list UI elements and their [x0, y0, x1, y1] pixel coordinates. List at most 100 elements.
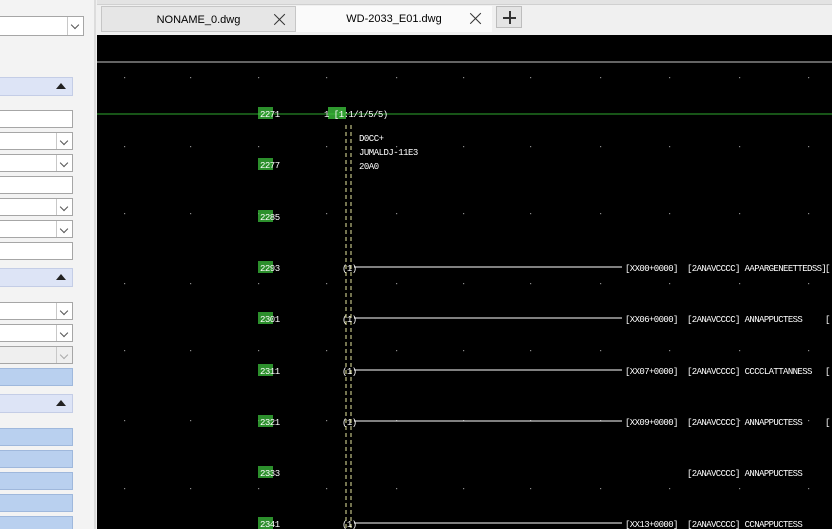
properties-panel [0, 0, 96, 529]
grid-dot [190, 77, 192, 79]
collapse-arrow-icon[interactable] [56, 83, 66, 89]
io-description: [2ANAVCCCC] ANNAPPUCTESS [687, 418, 802, 428]
property-dropdown-4[interactable] [0, 220, 73, 238]
grid-dot [739, 213, 741, 215]
document-tab-strip: NONAME_0.dwg WD-2033_E01.dwg [97, 0, 832, 35]
grid-dot [326, 420, 328, 422]
rung-label: 2311 [260, 367, 280, 377]
grid-dot [396, 283, 398, 285]
property-dropdown-2[interactable] [0, 154, 73, 172]
grid-dot [669, 213, 671, 215]
property-field-1[interactable] [0, 110, 73, 128]
property-row-selected[interactable] [0, 368, 73, 386]
collapse-arrow-icon[interactable] [56, 400, 66, 406]
rung-label: 2341 [260, 520, 280, 529]
chevron-down-icon [56, 347, 72, 363]
grid-dot [326, 488, 328, 490]
grid-dot [600, 213, 602, 215]
geometry-row-4[interactable] [0, 494, 73, 512]
drawing-canvas[interactable]: 1 [1:1/1/5/5) D0CC+ JUMALDJ-11E3 20A0 2271 22… [97, 35, 832, 529]
chevron-down-icon[interactable] [56, 221, 72, 237]
rung-label: 2333 [260, 469, 280, 479]
grid-dot [326, 77, 328, 79]
property-field-2[interactable] [0, 176, 73, 194]
panel-splitter[interactable] [94, 0, 96, 529]
contact-label: (1) [342, 367, 357, 377]
property-dropdown-disabled [0, 346, 73, 364]
tab-label: NONAME_0.dwg [156, 14, 241, 26]
contact-label: (1) [342, 418, 357, 428]
chevron-down-icon[interactable] [56, 199, 72, 215]
section-header-general[interactable] [0, 77, 73, 96]
grid-dot [124, 420, 126, 422]
property-dropdown-5[interactable] [0, 302, 73, 320]
close-icon[interactable] [469, 12, 482, 25]
grid-dot [530, 488, 532, 490]
note-text: JUMALDJ-11E3 [359, 148, 418, 158]
section-header-3d[interactable] [0, 268, 73, 287]
edge-mark: [ [825, 264, 830, 274]
chevron-down-icon[interactable] [56, 133, 72, 149]
geometry-row-3[interactable] [0, 472, 73, 490]
property-dropdown-1[interactable] [0, 132, 73, 150]
rung-label: 2293 [260, 264, 280, 274]
rung-label: 2301 [260, 315, 280, 325]
tab-wd-2033-e01[interactable]: WD-2033_E01.dwg [296, 6, 492, 32]
grid-dot [190, 420, 192, 422]
grid-dot [530, 146, 532, 148]
io-description: [2ANAVCCCC] ANNAPPUCTESS [687, 315, 802, 325]
note-text: 20A0 [359, 162, 379, 172]
grid-dot [258, 488, 260, 490]
property-dropdown-6[interactable] [0, 324, 73, 342]
io-description: [2ANAVCCCC] ANNAPPUCTESS [687, 469, 802, 479]
geometry-row-1[interactable] [0, 428, 73, 446]
grid-dot [258, 146, 260, 148]
io-description: [2ANAVCCCC] CCNAPPUCTESS [687, 520, 802, 529]
plus-icon[interactable] [496, 6, 522, 28]
section-header-geometry[interactable] [0, 394, 73, 413]
grid-dot [396, 488, 398, 490]
grid-dot [808, 213, 810, 215]
grid-dot [808, 488, 810, 490]
grid-dot [190, 213, 192, 215]
chevron-down-icon[interactable] [56, 325, 72, 341]
grid-dot [326, 213, 328, 215]
grid-dot [396, 213, 398, 215]
grid-dot [739, 488, 741, 490]
rung-label: 2285 [260, 213, 280, 223]
grid-dot [190, 146, 192, 148]
grid-dot [530, 77, 532, 79]
io-address: [XX07+0000] [625, 367, 678, 377]
grid-dot [530, 213, 532, 215]
grid-dot [808, 350, 810, 352]
grid-dot [463, 350, 465, 352]
drawing-svg[interactable]: 1 [1:1/1/5/5) D0CC+ JUMALDJ-11E3 20A0 2271 22… [97, 35, 832, 529]
grid-dot [808, 77, 810, 79]
tab-label: WD-2033_E01.dwg [346, 13, 442, 25]
grid-dot [326, 146, 328, 148]
io-address: [XX13+0000] [625, 520, 678, 529]
contact-label: (1) [342, 315, 357, 325]
close-icon[interactable] [273, 13, 286, 26]
rung-label: 2277 [260, 161, 280, 171]
chevron-down-icon[interactable] [67, 17, 83, 35]
grid-dot [124, 213, 126, 215]
property-dropdown-3[interactable] [0, 198, 73, 216]
collapse-arrow-icon[interactable] [56, 274, 66, 280]
chevron-down-icon[interactable] [56, 303, 72, 319]
grid-dot [669, 488, 671, 490]
chevron-down-icon[interactable] [56, 155, 72, 171]
property-field-3[interactable] [0, 242, 73, 260]
object-selector-dropdown[interactable] [0, 16, 84, 36]
geometry-row-2[interactable] [0, 450, 73, 468]
grid-dot [396, 350, 398, 352]
grid-dot [463, 283, 465, 285]
grid-dot [808, 146, 810, 148]
grid-dot [258, 77, 260, 79]
tab-noname-0[interactable]: NONAME_0.dwg [101, 6, 296, 32]
grid-dot [258, 283, 260, 285]
io-description: [2ANAVCCCC] AAPARGENEETTEDSS] [687, 264, 826, 274]
geometry-row-5[interactable] [0, 516, 73, 529]
grid-dot [396, 77, 398, 79]
grid-dot [600, 488, 602, 490]
